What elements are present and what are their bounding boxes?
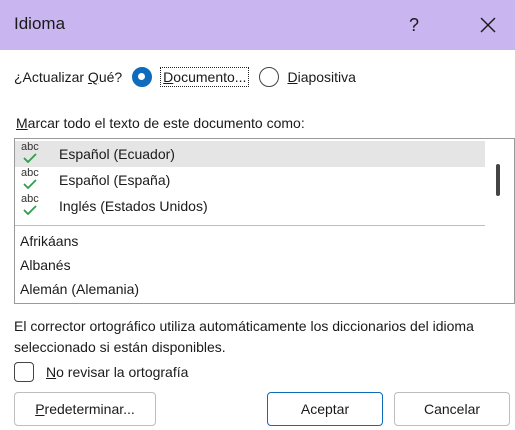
list-item-label: Alemán (Alemania)	[20, 281, 140, 297]
list-item-checked-0[interactable]: abc Español (Ecuador)	[15, 141, 485, 167]
abc-icon-text: abc	[21, 141, 39, 153]
no-check-row: No revisar la ortografía	[14, 362, 188, 382]
update-what-row: ¿Actualizar Qué? Documento... Diapositiv…	[14, 66, 356, 88]
radio-diapositiva-accesskey: D	[287, 69, 298, 85]
green-check-icon	[23, 153, 37, 163]
green-check-icon	[23, 205, 37, 215]
list-item-checked-1[interactable]: abc Español (España)	[15, 167, 485, 193]
accept-button[interactable]: Aceptar	[267, 392, 383, 426]
help-button[interactable]: ?	[396, 0, 432, 50]
language-dialog: Idioma ? ¿Actualizar Qué? Documento... D…	[0, 0, 515, 430]
mark-text-accesskey: M	[16, 115, 28, 131]
abc-spellcheck-icon: abc	[19, 167, 45, 193]
language-listbox[interactable]: abc Español (Ecuador) abc Español (Españ…	[14, 138, 515, 304]
close-icon	[480, 17, 496, 33]
update-what-label: ¿Actualizar Qué?	[14, 69, 122, 85]
set-default-text: redeterminar...	[44, 401, 135, 417]
set-default-button[interactable]: Predeterminar...	[14, 392, 156, 426]
abc-spellcheck-icon: abc	[19, 193, 45, 219]
radio-diapositiva[interactable]	[259, 67, 280, 87]
update-what-label-pre: ¿Actualizar	[14, 69, 88, 85]
list-scrollbar-thumb[interactable]	[496, 164, 500, 196]
list-separator	[15, 225, 485, 226]
list-item-checked-2[interactable]: abc Inglés (Estados Unidos)	[15, 193, 485, 219]
spellcheck-info-text: El corrector ortográfico utiliza automát…	[14, 318, 474, 355]
list-item-label: Afrikáans	[20, 233, 79, 249]
green-check-icon	[23, 179, 37, 189]
set-default-accesskey: P	[35, 401, 45, 417]
abc-icon-text: abc	[21, 193, 39, 205]
list-item-label: Español (Ecuador)	[59, 146, 175, 162]
list-item-1[interactable]: Albanés	[15, 252, 485, 278]
radio-diapositiva-text: iapositiva	[297, 69, 356, 85]
no-check-checkbox[interactable]	[14, 362, 34, 382]
abc-spellcheck-icon: abc	[19, 141, 45, 167]
cancel-button[interactable]: Cancelar	[394, 392, 510, 426]
list-item-label: Español (España)	[59, 172, 171, 188]
close-button[interactable]	[466, 0, 510, 50]
list-item-label: Albanés	[20, 257, 71, 273]
radio-documento[interactable]	[132, 67, 153, 87]
mark-text-rest: arcar todo el texto de este documento co…	[27, 115, 305, 131]
update-what-label-post: ué?	[98, 69, 123, 85]
no-check-text: o revisar la ortografía	[56, 364, 189, 380]
mark-text-label: Marcar todo el texto de este documento c…	[16, 115, 305, 131]
title-bar: Idioma ?	[0, 0, 515, 50]
help-icon: ?	[408, 14, 419, 35]
radio-diapositiva-label[interactable]: Diapositiva	[287, 69, 356, 85]
no-check-accesskey: N	[46, 364, 57, 380]
list-item-0[interactable]: Afrikáans	[15, 228, 485, 254]
radio-documento-accesskey: D	[163, 69, 174, 85]
radio-documento-text: ocumento...	[173, 69, 247, 85]
language-list: abc Español (Ecuador) abc Español (Españ…	[15, 139, 485, 303]
no-check-label[interactable]: No revisar la ortografía	[46, 364, 188, 380]
update-what-label-accesskey: Q	[87, 69, 99, 85]
abc-icon-text: abc	[21, 167, 39, 179]
dialog-title: Idioma	[14, 14, 66, 33]
list-item-label: Inglés (Estados Unidos)	[59, 198, 208, 214]
radio-documento-label[interactable]: Documento...	[160, 67, 250, 87]
list-item-2[interactable]: Alemán (Alemania)	[15, 276, 485, 302]
